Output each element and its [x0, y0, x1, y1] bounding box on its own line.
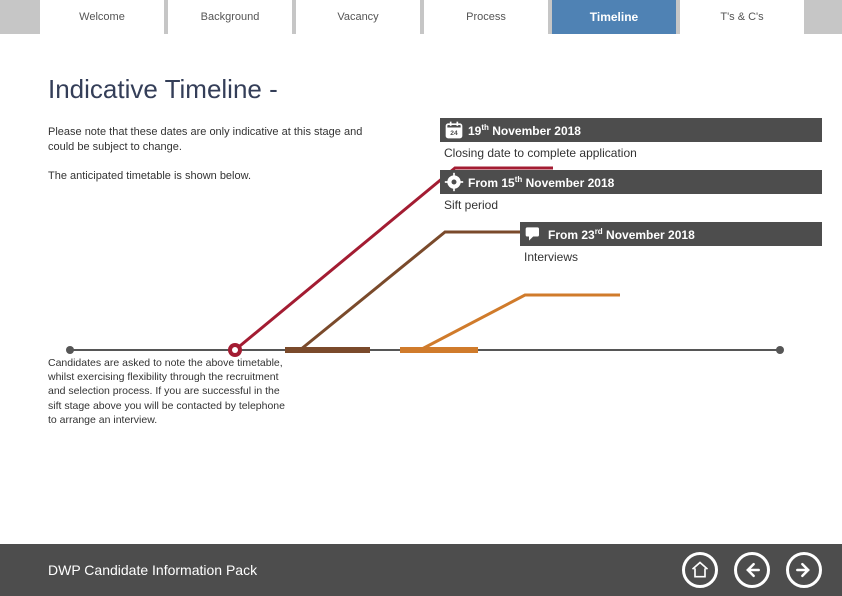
milestone-date: From 15	[468, 176, 515, 190]
page-title: Indicative Timeline -	[48, 74, 794, 105]
intro-text: Please note that these dates are only in…	[48, 125, 378, 155]
milestone-label: Closing date to complete application	[440, 142, 822, 166]
milestones: 24 19th November 2018 Closing date to co…	[440, 118, 822, 274]
milestone-closing-date: 24 19th November 2018 Closing date to co…	[440, 118, 822, 166]
page-content: Indicative Timeline - Please note that t…	[0, 34, 842, 544]
milestone-date-post: November 2018	[603, 228, 695, 242]
tab-process[interactable]: Process	[424, 0, 548, 34]
milestone-date: From 23	[548, 228, 595, 242]
footer: DWP Candidate Information Pack	[0, 544, 842, 596]
tab-vacancy[interactable]: Vacancy	[296, 0, 420, 34]
milestone-label: Interviews	[520, 246, 822, 270]
footer-title: DWP Candidate Information Pack	[48, 562, 682, 578]
candidates-note: Candidates are asked to note the above t…	[48, 356, 288, 427]
tab-terms[interactable]: T's & C's	[680, 0, 804, 34]
tab-bar: Welcome Background Vacancy Process Timel…	[0, 0, 842, 34]
home-icon	[690, 560, 710, 580]
milestone-interviews: From 23rd November 2018 Interviews	[520, 222, 822, 270]
milestone-date-post: November 2018	[489, 124, 581, 138]
prev-button[interactable]	[734, 552, 770, 588]
home-button[interactable]	[682, 552, 718, 588]
tab-timeline[interactable]: Timeline	[552, 0, 676, 34]
milestone-label: Sift period	[440, 194, 822, 218]
milestone-date: 19	[468, 124, 481, 138]
milestone-date-post: November 2018	[522, 176, 614, 190]
tab-welcome[interactable]: Welcome	[40, 0, 164, 34]
gear-icon	[444, 172, 464, 192]
subintro-text: The anticipated timetable is shown below…	[48, 169, 378, 184]
milestone-sift-period: From 15th November 2018 Sift period	[440, 170, 822, 218]
milestone-date-sup: th	[481, 123, 489, 132]
tab-spacer	[2, 0, 36, 34]
svg-text:24: 24	[450, 130, 458, 137]
next-button[interactable]	[786, 552, 822, 588]
calendar-icon: 24	[444, 120, 464, 140]
arrow-right-icon	[794, 560, 814, 580]
arrow-left-icon	[742, 560, 762, 580]
chat-icon	[524, 224, 544, 244]
milestone-date-sup: rd	[595, 227, 603, 236]
tab-background[interactable]: Background	[168, 0, 292, 34]
footer-nav	[682, 552, 822, 588]
